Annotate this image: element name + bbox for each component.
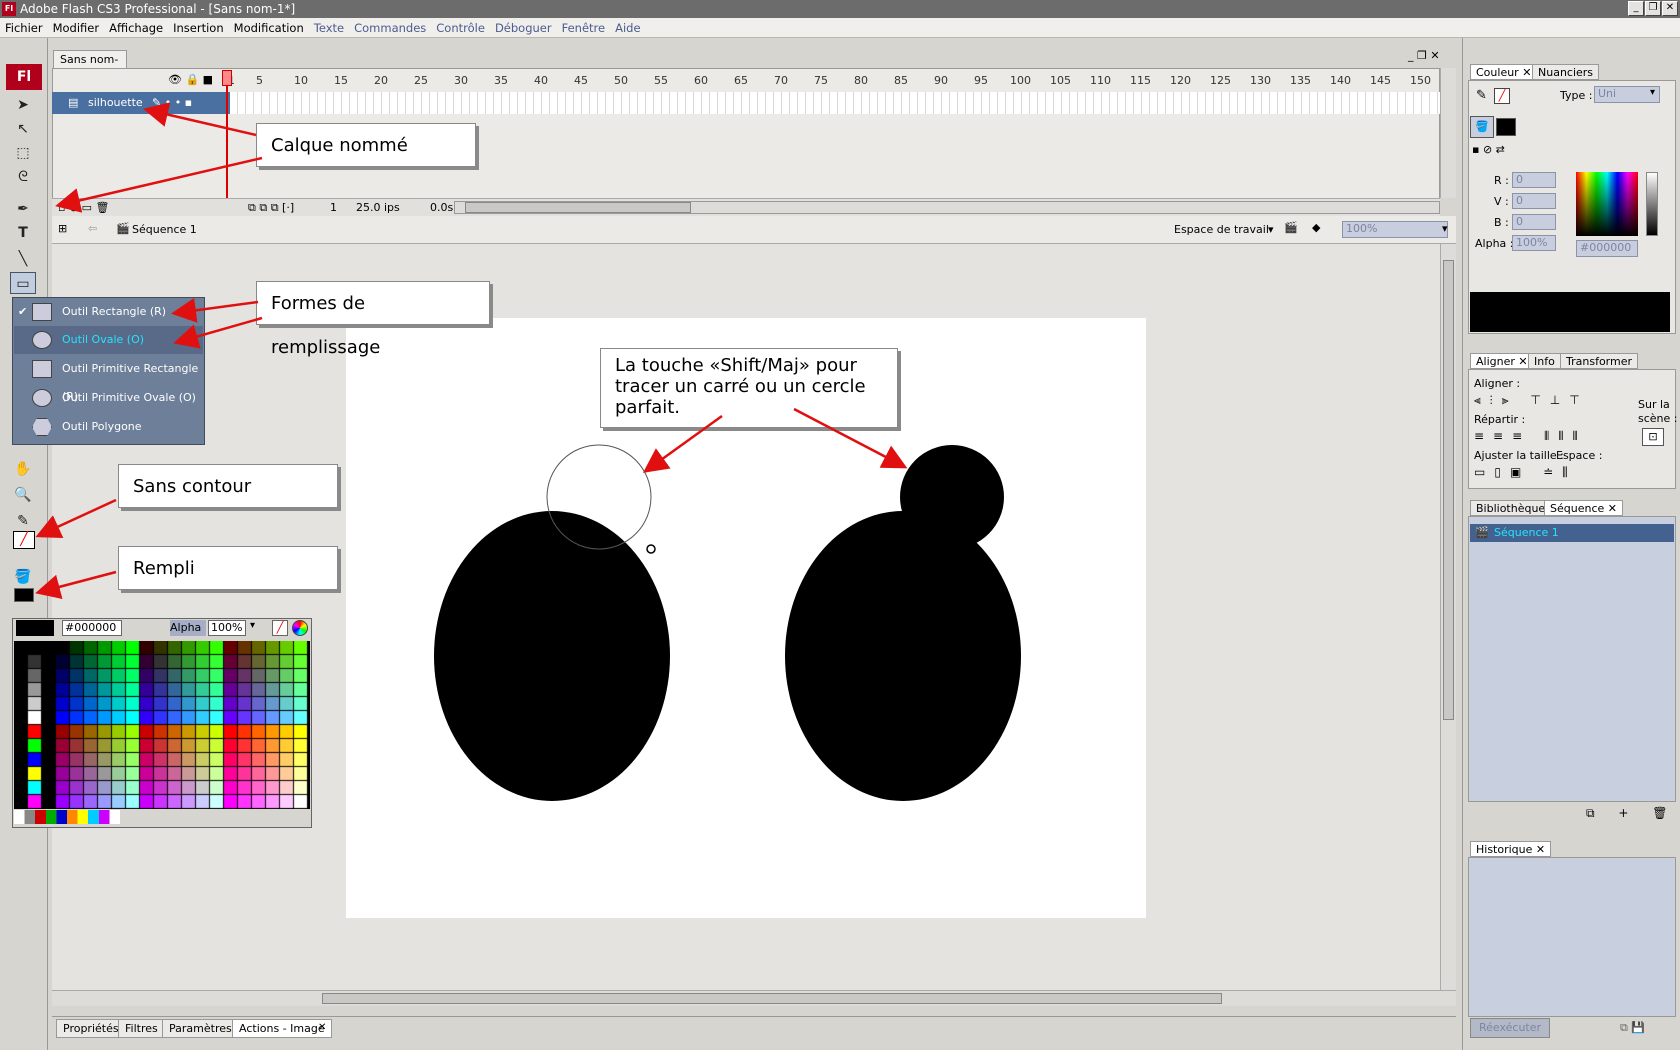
arrow-to-outline-circle [642, 414, 723, 473]
distribute-buttons[interactable]: ≡≡≡ ⦀⦀⦀ [1474, 429, 1587, 444]
scene-panel [1468, 516, 1676, 802]
b-input[interactable]: 0 [1512, 214, 1556, 230]
alpha-input[interactable]: 100% [1512, 235, 1556, 251]
color-spectrum[interactable] [1576, 172, 1638, 236]
panel-fill-bucket-icon[interactable]: 🪣 [1470, 116, 1494, 138]
v-input[interactable]: 0 [1512, 193, 1556, 209]
tab-historique[interactable]: Historique ✕ [1470, 841, 1552, 857]
scene-item-icon: 🎬 [1475, 526, 1489, 539]
swap-colors-icons[interactable]: ▪ ⊘ ⇄ [1472, 143, 1505, 156]
v-label: V : [1494, 195, 1509, 208]
arrow-to-fill-color [35, 570, 117, 599]
size-space-buttons[interactable]: ▭▯▣ ≐⫼ [1474, 465, 1577, 480]
arrow-to-black-circle [793, 407, 908, 469]
alpha-label: Alpha : [1475, 237, 1514, 250]
tab-transformer[interactable]: Transformer [1560, 353, 1639, 369]
stage-label-1: Sur la [1638, 398, 1670, 411]
r-label: R : [1494, 174, 1509, 187]
panel-fill-swatch[interactable] [1496, 118, 1516, 136]
arrow-to-oval-tool [173, 316, 263, 349]
to-stage-toggle-icon[interactable]: ⊡ [1642, 428, 1664, 446]
tab-nuanciers[interactable]: Nuanciers [1532, 64, 1600, 80]
tab-sequence[interactable]: Séquence ✕ [1544, 500, 1623, 516]
tab-aligner[interactable]: Aligner ✕ [1470, 353, 1534, 369]
stroke-pencil-icon: ✎ [1476, 88, 1487, 103]
replay-button[interactable]: Réexécuter [1470, 1018, 1550, 1038]
tab-couleur[interactable]: Couleur ✕ [1470, 64, 1538, 80]
panel-stroke-none-icon[interactable]: ╱ [1494, 88, 1510, 104]
tab-info[interactable]: Info [1528, 353, 1561, 369]
b-label: B : [1494, 216, 1509, 229]
annotation-arrows [35, 102, 908, 599]
color-hex-input[interactable]: #000000 [1576, 240, 1638, 257]
space-label: Espace : [1556, 449, 1603, 462]
align-buttons[interactable]: ⫷⫶⫸ ⊤⊥⊤ [1474, 393, 1589, 408]
scene-list-item[interactable]: 🎬 Séquence 1 [1470, 524, 1674, 542]
type-label: Type : [1560, 89, 1593, 102]
arrow-to-stroke-color [35, 498, 117, 538]
r-input[interactable]: 0 [1512, 172, 1556, 188]
scene-panel-buttons[interactable]: ⧉ + 🗑 [1586, 806, 1678, 821]
history-panel [1468, 857, 1676, 1017]
history-copy-save-icons[interactable]: ⧉ 💾 [1620, 1021, 1645, 1035]
match-size-label: Ajuster la taille : [1474, 449, 1564, 462]
align-label: Aligner : [1474, 377, 1521, 390]
arrow-to-layer [143, 102, 257, 137]
arrow-to-new-layer [55, 156, 263, 213]
color-preview-bar [1470, 292, 1670, 332]
brightness-slider[interactable] [1646, 172, 1658, 236]
stage-label-2: scène : [1638, 412, 1678, 425]
tab-bibliotheque[interactable]: Bibliothèque [1470, 500, 1552, 516]
type-dropdown-arrow-icon[interactable]: ▾ [1650, 87, 1655, 98]
distribute-label: Répartir : [1474, 413, 1526, 426]
arrow-to-rectangle-tool [171, 297, 259, 323]
